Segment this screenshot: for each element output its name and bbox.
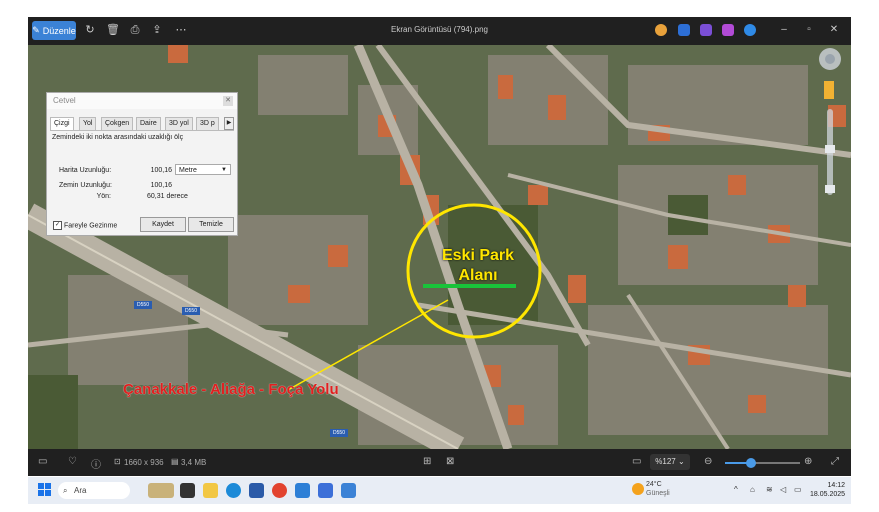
info-icon[interactable]: ⓘ <box>91 456 101 471</box>
heading-label: Yön: <box>96 193 111 200</box>
store-icon[interactable] <box>249 483 264 498</box>
weather-sun-icon <box>632 483 644 495</box>
clear-button[interactable]: Temizle <box>188 217 234 232</box>
cloud-icon[interactable] <box>744 24 756 36</box>
taskbar-clock[interactable]: 14:12 18.05.2025 <box>810 481 845 499</box>
photos-icon[interactable] <box>341 483 356 498</box>
battery-icon[interactable]: ▭ <box>794 485 802 494</box>
weather-widget[interactable]: 24°C Güneşli <box>646 480 670 498</box>
windows-taskbar: ⌕ Ara 24°C Güneşli ^ ⌂ ≋ ◁ ▭ 14:12 18.05.… <box>28 477 851 504</box>
unit-select[interactable]: Metre ▼ <box>175 164 231 175</box>
road-label: Çanakkale - Aliağa - Foça Yolu <box>123 381 339 398</box>
task-view-icon[interactable] <box>180 483 195 498</box>
photo-viewer-window: ✎ Düzenle ↻ 🗑 ⎙ ⇪ ⋯ Ekran Görüntüsü (794)… <box>28 17 851 476</box>
map-length-label: Harita Uzunluğu: <box>59 167 112 174</box>
tab-scroll-right-icon[interactable]: ▶ <box>224 117 234 130</box>
windows-start-icon[interactable] <box>38 483 52 497</box>
park-label-line2: Alanı <box>458 267 498 284</box>
ruler-dialog: Cetvel ✕ Çizgi Yol Çokgen Daire 3D yol 3… <box>46 92 238 236</box>
satellite-map-image: D550 D550 D550 Eski Park Alanı Çanakkale… <box>28 45 851 449</box>
ruler-tabs: Çizgi Yol Çokgen Daire 3D yol 3D p ▶ <box>50 117 234 131</box>
minimize-icon[interactable]: – <box>775 23 793 37</box>
app-icon[interactable] <box>295 483 310 498</box>
viewer-statusbar: ▭ ♡ ⓘ ⊡ 1660 x 936 ▤ 3,4 MB ⊞ ⊠ ▭ %127 ⌄… <box>28 449 851 476</box>
close-icon[interactable]: ✕ <box>223 96 233 106</box>
mouse-navigation-checkbox[interactable]: ✓ Fareyle Gezinme <box>53 221 117 230</box>
road-shield: D550 <box>185 308 197 314</box>
chevron-down-icon: ▼ <box>221 167 227 173</box>
dialog-title: Cetvel <box>47 93 237 109</box>
road-shield: D550 <box>137 302 149 308</box>
zoom-level-select[interactable]: %127 ⌄ <box>650 454 690 470</box>
ground-length-label: Zemin Uzunluğu: <box>59 182 112 189</box>
save-button[interactable]: Kaydet <box>140 217 186 232</box>
park-label-line1: Eski Park <box>441 247 515 264</box>
image-dimensions: 1660 x 936 <box>124 458 164 467</box>
app-icon[interactable] <box>655 24 667 36</box>
viewer-toolbar: ✎ Düzenle ↻ 🗑 ⎙ ⇪ ⋯ Ekran Görüntüsü (794)… <box>28 17 851 45</box>
tab-polygon[interactable]: Çokgen <box>101 117 134 130</box>
tab-circle[interactable]: Daire <box>136 117 161 130</box>
dialog-description: Zemindeki iki nokta arasındaki uzaklığı … <box>52 134 184 141</box>
volume-icon[interactable]: ◁ <box>780 485 786 494</box>
chrome-icon[interactable] <box>272 483 287 498</box>
ground-length-value: 100,16 <box>150 182 172 189</box>
filmstrip-icon[interactable]: ▭ <box>38 456 47 467</box>
checkmark-icon: ✓ <box>53 221 62 230</box>
tab-line[interactable]: Çizgi <box>50 117 74 130</box>
map-length-value: 100,16 <box>150 167 172 174</box>
maximize-icon[interactable]: ▫ <box>800 23 818 37</box>
language-icon[interactable]: ⌂ <box>750 485 755 494</box>
app-icon[interactable] <box>722 24 734 36</box>
app-icon[interactable] <box>678 24 690 36</box>
taskbar-search[interactable]: ⌕ Ara <box>58 482 130 499</box>
widgets-icon[interactable] <box>148 483 174 498</box>
zoom-in-icon[interactable]: ⊕ <box>804 456 812 467</box>
tab-3d-polygon[interactable]: 3D p <box>196 117 219 130</box>
zoom-slider-knob[interactable] <box>746 458 757 468</box>
zoom-slider[interactable] <box>725 458 800 468</box>
crop-icon[interactable]: ⊠ <box>446 456 454 467</box>
app-icon[interactable] <box>318 483 333 498</box>
file-size: 3,4 MB <box>181 458 207 467</box>
file-explorer-icon[interactable] <box>203 483 218 498</box>
image-size-icon: ⊡ <box>114 457 121 466</box>
search-icon: ⌕ <box>63 486 68 495</box>
close-icon[interactable]: ✕ <box>825 23 843 37</box>
road-shield: D550 <box>333 430 345 436</box>
tab-path[interactable]: Yol <box>79 117 97 130</box>
expand-icon[interactable]: ⤢ <box>831 456 839 467</box>
fullscreen-icon[interactable]: ▭ <box>632 456 641 467</box>
wifi-icon[interactable]: ≋ <box>766 485 773 494</box>
heading-value: 60,31 derece <box>147 193 188 200</box>
favorite-icon[interactable]: ♡ <box>68 456 77 467</box>
app-icon[interactable] <box>700 24 712 36</box>
tab-3d-path[interactable]: 3D yol <box>165 117 193 130</box>
chevron-up-icon[interactable]: ^ <box>734 485 738 494</box>
edge-icon[interactable] <box>226 483 241 498</box>
fit-icon[interactable]: ⊞ <box>423 456 431 467</box>
file-size-icon: ▤ <box>171 457 179 466</box>
zoom-out-icon[interactable]: ⊖ <box>704 456 712 467</box>
